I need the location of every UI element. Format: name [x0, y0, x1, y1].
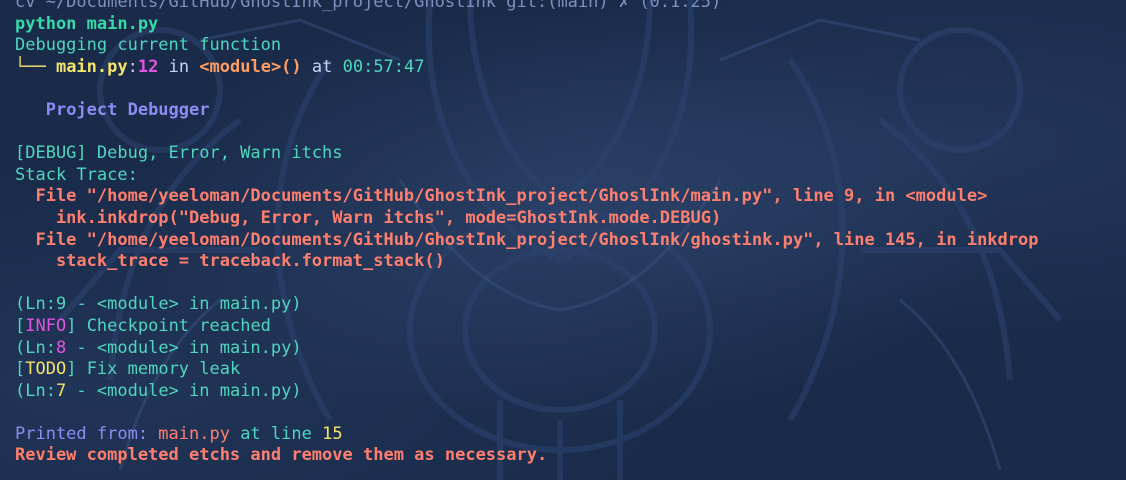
terminal-window[interactable]: cv ~/Documents/GitHub/GhostInk_project/G…: [0, 0, 1126, 480]
debug-tag: [DEBUG]: [15, 143, 87, 164]
stack-code-line: stack_trace = traceback.format_stack(): [15, 251, 445, 272]
stack-file-line: File "/home/yeeloman/Documents/GitHub/Gh…: [15, 229, 1039, 250]
stack-trace-label: Stack Trace:: [15, 164, 138, 185]
review-message: Review completed etchs and remove them a…: [15, 445, 548, 466]
debugger-title: Project Debugger: [45, 99, 210, 120]
location-sep: :: [127, 56, 138, 77]
printed-from-file: main.py: [158, 423, 230, 444]
location-in: in: [158, 56, 200, 77]
command-line: python main.py: [15, 13, 159, 34]
location-module: <module>(): [199, 56, 302, 77]
printed-from-line: Printed from: main.py at line 15: [15, 424, 1126, 446]
tree-branch-glyph: └──: [15, 56, 56, 77]
debug-entry: [DEBUG] Debug, Error, Warn itchs: [15, 143, 1126, 165]
debug-message: Debug, Error, Warn itchs: [86, 143, 343, 164]
todo-tag: TODO: [25, 359, 67, 380]
debugging-label: Debugging current function: [15, 35, 282, 56]
page-title: Project Debugger: [15, 100, 1126, 122]
line-ref: (Ln:8 - <module> in main.py): [15, 337, 302, 358]
info-entry: [INFO] Checkpoint reached: [15, 315, 271, 336]
line-ref: (Ln:9 - <module> in main.py): [15, 294, 302, 315]
location-file: main.py: [55, 56, 128, 77]
previous-prompt-line: cv ~/Documents/GitHub/GhostInk_project/G…: [15, 0, 722, 12]
stack-code-line: ink.inkdrop("Debug, Error, Warn itchs", …: [15, 207, 722, 228]
printed-from-mid: at line: [229, 423, 323, 444]
location-line-number: 12: [137, 56, 159, 77]
location-at: at: [301, 56, 343, 77]
printed-from-line-number: 15: [322, 423, 343, 444]
stack-file-line: File "/home/yeeloman/Documents/GitHub/Gh…: [15, 186, 988, 207]
printed-from-label: Printed from:: [15, 423, 159, 444]
location-line: └── main.py:12 in <module>() at 00:57:47: [15, 57, 1126, 79]
location-time: 00:57:47: [342, 56, 425, 77]
todo-message: Fix memory leak: [76, 359, 241, 380]
terminal-output: cv ~/Documents/GitHub/GhostInk_project/G…: [15, 0, 1126, 467]
info-tag: INFO: [25, 315, 67, 336]
todo-entry: [TODO] Fix memory leak: [15, 359, 241, 380]
line-ref: (Ln:7 - <module> in main.py): [15, 380, 302, 401]
info-message: Checkpoint reached: [76, 315, 271, 336]
